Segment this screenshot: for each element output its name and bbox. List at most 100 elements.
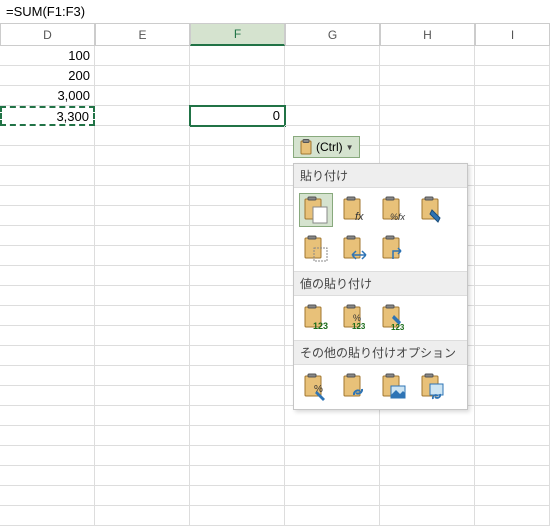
cell-H3[interactable] (380, 86, 475, 106)
cell-F4[interactable]: 0 (190, 106, 285, 126)
cell[interactable] (0, 266, 95, 286)
paste-values-number-format-icon[interactable]: %123 (338, 301, 372, 335)
cell[interactable] (475, 286, 550, 306)
cell[interactable] (190, 266, 285, 286)
cell[interactable] (285, 506, 380, 526)
cell[interactable] (475, 486, 550, 506)
paste-linked-picture-icon[interactable] (416, 370, 450, 404)
cell[interactable] (190, 286, 285, 306)
cell-G4[interactable] (285, 106, 380, 126)
cell[interactable] (475, 426, 550, 446)
paste-transpose-icon[interactable] (377, 232, 411, 266)
cell[interactable] (190, 466, 285, 486)
cell-G1[interactable] (285, 46, 380, 66)
cell[interactable] (0, 346, 95, 366)
cell[interactable] (0, 486, 95, 506)
cell[interactable] (285, 486, 380, 506)
cell[interactable] (380, 426, 475, 446)
cell[interactable] (0, 386, 95, 406)
cell[interactable] (95, 126, 190, 146)
cell-D1[interactable]: 100 (0, 46, 95, 66)
cell[interactable] (95, 346, 190, 366)
col-header-D[interactable]: D (0, 24, 95, 46)
col-header-H[interactable]: H (380, 24, 475, 46)
cell[interactable] (95, 466, 190, 486)
paste-formulas-icon[interactable]: fx (338, 193, 372, 227)
paste-all-icon[interactable] (299, 193, 333, 227)
col-header-E[interactable]: E (95, 24, 190, 46)
cell[interactable] (190, 246, 285, 266)
cell-F3[interactable] (190, 86, 285, 106)
paste-no-borders-icon[interactable] (299, 232, 333, 266)
cell[interactable] (285, 446, 380, 466)
cell[interactable] (190, 366, 285, 386)
cell[interactable] (475, 246, 550, 266)
cell[interactable] (95, 286, 190, 306)
cell-G2[interactable] (285, 66, 380, 86)
cell[interactable] (380, 126, 475, 146)
cell[interactable] (95, 206, 190, 226)
cell[interactable] (0, 466, 95, 486)
cell[interactable] (190, 326, 285, 346)
cell[interactable] (95, 226, 190, 246)
cell[interactable] (0, 226, 95, 246)
cell[interactable] (190, 346, 285, 366)
cell[interactable] (95, 426, 190, 446)
cell[interactable] (475, 406, 550, 426)
cell[interactable] (95, 446, 190, 466)
cell[interactable] (190, 206, 285, 226)
col-header-I[interactable]: I (475, 24, 550, 46)
cell[interactable] (475, 306, 550, 326)
cell[interactable] (475, 146, 550, 166)
cell[interactable] (190, 406, 285, 426)
cell-E2[interactable] (95, 66, 190, 86)
cell[interactable] (95, 306, 190, 326)
cell-F2[interactable] (190, 66, 285, 86)
cell[interactable] (475, 226, 550, 246)
cell[interactable] (0, 126, 95, 146)
cell[interactable] (475, 166, 550, 186)
cell[interactable] (190, 486, 285, 506)
cell[interactable] (0, 326, 95, 346)
cell[interactable] (475, 466, 550, 486)
paste-keep-source-formatting-icon[interactable] (416, 193, 450, 227)
cell-H4[interactable] (380, 106, 475, 126)
col-header-F[interactable]: F (190, 24, 285, 46)
paste-values-icon[interactable]: 123 (299, 301, 333, 335)
cell-H2[interactable] (380, 66, 475, 86)
cell[interactable] (190, 126, 285, 146)
cell[interactable] (475, 386, 550, 406)
paste-column-widths-icon[interactable] (338, 232, 372, 266)
cell[interactable] (0, 206, 95, 226)
cell[interactable] (95, 266, 190, 286)
cell[interactable] (475, 206, 550, 226)
cell[interactable] (95, 166, 190, 186)
cell[interactable] (190, 426, 285, 446)
cell[interactable] (95, 366, 190, 386)
cell[interactable] (95, 406, 190, 426)
cell[interactable] (95, 386, 190, 406)
cell[interactable] (0, 366, 95, 386)
cell[interactable] (190, 166, 285, 186)
cell-E3[interactable] (95, 86, 190, 106)
cell[interactable] (475, 266, 550, 286)
paste-formatting-icon[interactable]: % (299, 370, 333, 404)
cell[interactable] (95, 486, 190, 506)
cell[interactable] (475, 366, 550, 386)
cell-D4[interactable]: 3,300 (0, 106, 95, 126)
paste-link-icon[interactable] (338, 370, 372, 404)
cell[interactable] (95, 146, 190, 166)
cell[interactable] (190, 226, 285, 246)
cell[interactable] (0, 306, 95, 326)
formula-bar[interactable]: =SUM(F1:F3) (0, 0, 550, 24)
cell-H1[interactable] (380, 46, 475, 66)
cell[interactable] (0, 166, 95, 186)
paste-values-source-formatting-icon[interactable]: 123 (377, 301, 411, 335)
cell[interactable] (475, 186, 550, 206)
col-header-G[interactable]: G (285, 24, 380, 46)
cell[interactable] (285, 426, 380, 446)
cell[interactable] (190, 446, 285, 466)
cell[interactable] (95, 186, 190, 206)
cell[interactable] (0, 506, 95, 526)
cell[interactable] (95, 326, 190, 346)
